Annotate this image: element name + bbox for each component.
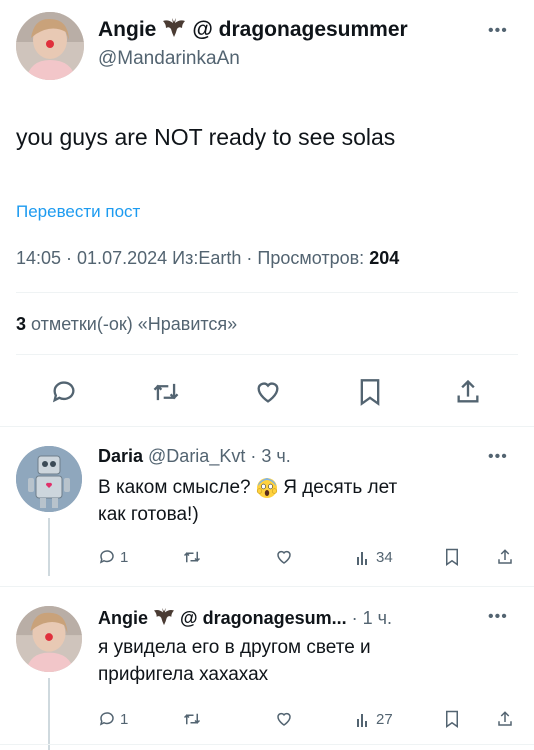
reply-icon — [99, 550, 114, 564]
reply-time[interactable]: · 3 ч. — [250, 446, 290, 467]
more-dots-icon[interactable]: ••• — [488, 608, 508, 626]
reply-icon — [99, 712, 114, 726]
more-dots-icon[interactable]: ••• — [488, 448, 508, 466]
divider — [0, 426, 534, 427]
likes-label: отметки(-ок) «Нравится» — [31, 314, 238, 334]
like-button[interactable] — [252, 376, 284, 408]
bat-icon — [153, 606, 175, 631]
reply-header: Daria @Daria_Kvt · 3 ч. — [98, 446, 291, 467]
share-button[interactable] — [496, 548, 514, 566]
retweet-icon — [183, 551, 201, 563]
tweet-source: Из:Earth — [172, 248, 242, 268]
tweet-time[interactable]: 14:05 · 01.07.2024 — [16, 248, 167, 268]
reply-actions: 1 34 — [98, 548, 518, 572]
share-icon — [457, 379, 479, 403]
divider — [0, 744, 534, 745]
share-button[interactable] — [496, 710, 514, 728]
reply-text: В каком смысле? Я десять лет как готова!… — [98, 477, 398, 525]
views-chart-icon — [357, 714, 367, 727]
view-count: 27 — [376, 710, 393, 728]
retweet-icon — [153, 383, 179, 401]
heart-icon — [257, 382, 279, 403]
reply-time[interactable]: · 1 ч. — [352, 608, 392, 629]
bat-icon — [162, 16, 186, 44]
bookmark-icon — [360, 379, 380, 406]
reply-icon — [52, 381, 75, 403]
author-handle[interactable]: @MandarinkaAn — [98, 48, 408, 70]
retweet-icon — [183, 713, 201, 725]
bookmark-button[interactable] — [354, 376, 386, 408]
tweet-actions — [0, 370, 534, 410]
likes-summary[interactable]: 3 отметки(-ок) «Нравится» — [16, 314, 237, 335]
reply-count: 1 — [120, 710, 129, 728]
divider — [0, 586, 534, 587]
translate-link[interactable]: Перевести пост — [16, 202, 140, 222]
reply-author-name[interactable]: Daria — [98, 446, 143, 467]
author-name-suffix: @ dragonagesummer — [192, 18, 408, 41]
bookmark-icon — [446, 548, 458, 566]
heart-icon — [277, 712, 291, 726]
divider — [16, 292, 518, 293]
views-button[interactable]: 34 — [356, 548, 393, 566]
retweet-button[interactable] — [182, 710, 206, 728]
author-name[interactable]: Angie — [98, 18, 156, 42]
thread-line — [48, 518, 50, 576]
reply-author-handle[interactable]: @Daria_Kvt — [148, 446, 245, 467]
heart-icon — [277, 550, 291, 564]
more-dots-icon[interactable]: ••• — [488, 22, 508, 40]
reply-button[interactable]: 1 — [98, 548, 128, 566]
reply-actions: 1 27 — [98, 710, 518, 734]
reply-author-name[interactable]: Angie — [98, 608, 148, 629]
view-count: 34 — [376, 548, 393, 566]
avatar[interactable] — [16, 12, 84, 80]
tweet-meta: 14:05 · 01.07.2024 Из:Earth · Просмотров… — [16, 248, 400, 268]
tweet-text: you guys are NOT ready to see solas — [16, 124, 396, 150]
thread-line — [48, 678, 50, 750]
share-icon — [498, 711, 512, 726]
retweet-button[interactable] — [150, 376, 182, 408]
views-chart-icon — [357, 552, 367, 565]
reply-button[interactable]: 1 — [98, 710, 128, 728]
bookmark-button[interactable] — [444, 548, 460, 566]
divider — [16, 354, 518, 355]
reply-text: я увидела его в другом свете и прифигела… — [98, 637, 371, 685]
views-button[interactable]: 27 — [356, 710, 393, 728]
reply-header: Angie @ dragonagesum... · 1 ч. — [98, 606, 392, 631]
share-button[interactable] — [452, 376, 484, 408]
bookmark-icon — [446, 710, 458, 728]
reply-author-name-suffix: @ dragonagesum... — [180, 608, 347, 628]
likes-count: 3 — [16, 314, 27, 334]
like-button[interactable] — [274, 710, 298, 728]
avatar[interactable] — [16, 446, 82, 512]
avatar[interactable] — [16, 606, 82, 672]
like-button[interactable] — [274, 548, 298, 566]
views-label: Просмотров: — [257, 248, 365, 268]
share-icon — [498, 549, 512, 564]
reply-button[interactable] — [48, 376, 80, 408]
retweet-button[interactable] — [182, 548, 206, 566]
bookmark-button[interactable] — [444, 710, 460, 728]
reply-count: 1 — [120, 548, 129, 566]
scream-emoji-icon — [256, 477, 278, 499]
views-count: 204 — [369, 248, 400, 268]
